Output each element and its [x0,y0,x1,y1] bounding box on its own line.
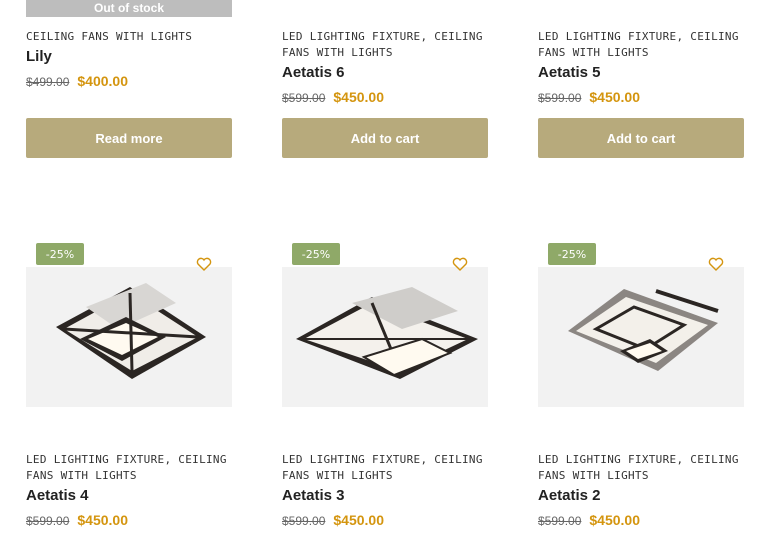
product-price: $599.00 $450.00 [538,512,640,530]
heart-icon[interactable] [452,257,468,271]
sale-price: $450.00 [77,512,128,528]
add-to-cart-button[interactable]: Add to cart [282,118,488,158]
sale-price: $450.00 [589,89,640,105]
product-title[interactable]: Aetatis 3 [282,487,345,504]
sale-price: $450.00 [333,89,384,105]
discount-badge: -25% [292,243,340,265]
regular-price: $499.00 [26,75,70,89]
regular-price: $599.00 [538,91,582,105]
sale-price: $450.00 [589,512,640,528]
ceiling-light-image [568,289,719,371]
product-title[interactable]: Aetatis 4 [26,487,89,504]
product-price: $499.00 $400.00 [26,73,128,91]
ceiling-light-image [296,287,478,379]
product-price: $599.00 $450.00 [282,512,384,530]
product-title[interactable]: Aetatis 2 [538,487,601,504]
product-categories[interactable]: LED LIGHTING FIXTURE, CEILING FANS WITH … [282,452,502,484]
heart-icon[interactable] [196,257,212,271]
product-price: $599.00 $450.00 [282,89,384,107]
read-more-button[interactable]: Read more [26,118,232,158]
discount-badge: -25% [36,243,84,265]
product-image[interactable] [538,267,744,407]
sale-price: $450.00 [333,512,384,528]
ceiling-light-image [56,283,206,379]
add-to-cart-button[interactable]: Add to cart [538,118,744,158]
product-categories[interactable]: CEILING FANS WITH LIGHTS [26,29,246,45]
product-categories[interactable]: LED LIGHTING FIXTURE, CEILING FANS WITH … [538,29,758,61]
product-title[interactable]: Aetatis 5 [538,64,601,81]
product-price: $599.00 $450.00 [538,89,640,107]
product-image[interactable] [26,267,232,407]
product-image[interactable] [282,267,488,407]
sale-price: $400.00 [77,73,128,89]
out-of-stock-label: Out of stock [93,1,164,15]
discount-badge: -25% [548,243,596,265]
regular-price: $599.00 [282,91,326,105]
regular-price: $599.00 [26,514,70,528]
product-categories[interactable]: LED LIGHTING FIXTURE, CEILING FANS WITH … [282,29,502,61]
regular-price: $599.00 [538,514,582,528]
product-title[interactable]: Aetatis 6 [282,64,345,81]
product-categories[interactable]: LED LIGHTING FIXTURE, CEILING FANS WITH … [26,452,246,484]
regular-price: $599.00 [282,514,326,528]
product-price: $599.00 $450.00 [26,512,128,530]
product-image[interactable]: Out of stock [26,0,232,17]
product-title[interactable]: Lily [26,48,52,65]
heart-icon[interactable] [708,257,724,271]
product-categories[interactable]: LED LIGHTING FIXTURE, CEILING FANS WITH … [538,452,758,484]
